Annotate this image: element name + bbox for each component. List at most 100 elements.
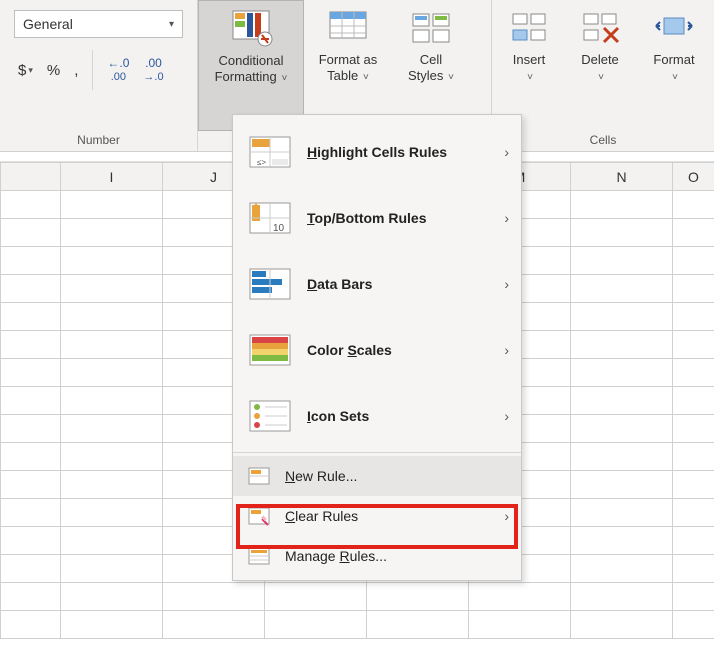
comma-style-button[interactable]: , — [70, 59, 82, 82]
cell[interactable] — [61, 443, 163, 471]
cell[interactable] — [571, 359, 673, 387]
cell[interactable] — [469, 583, 571, 611]
cell-styles-button[interactable]: Cell Styles ˅ — [392, 0, 470, 131]
cell[interactable] — [571, 191, 673, 219]
cell[interactable] — [265, 583, 367, 611]
menu-icon-sets[interactable]: Icon Sets › — [233, 383, 521, 449]
cell[interactable] — [1, 191, 61, 219]
cell[interactable] — [1, 247, 61, 275]
cell[interactable] — [673, 359, 714, 387]
cell[interactable] — [1, 219, 61, 247]
cell[interactable] — [673, 583, 714, 611]
cell[interactable] — [673, 247, 714, 275]
conditional-formatting-button[interactable]: Conditional Formatting ˅ — [198, 0, 304, 131]
cell[interactable] — [571, 415, 673, 443]
cell[interactable] — [1, 471, 61, 499]
cell[interactable] — [571, 499, 673, 527]
delete-button[interactable]: Delete˅ — [564, 0, 636, 131]
cell[interactable] — [673, 303, 714, 331]
cell[interactable] — [673, 499, 714, 527]
cell[interactable] — [1, 611, 61, 639]
cell[interactable] — [1, 415, 61, 443]
cell[interactable] — [673, 611, 714, 639]
menu-new-rule[interactable]: New Rule... — [233, 456, 521, 496]
cell[interactable] — [367, 583, 469, 611]
cell[interactable] — [571, 275, 673, 303]
column-header-blank[interactable] — [1, 163, 61, 191]
cell[interactable] — [673, 275, 714, 303]
accounting-format-button[interactable]: $ ▾ — [14, 59, 37, 82]
cell[interactable] — [571, 331, 673, 359]
cell[interactable] — [1, 303, 61, 331]
cell[interactable] — [367, 611, 469, 639]
cell[interactable] — [469, 611, 571, 639]
cell[interactable] — [673, 331, 714, 359]
cell[interactable] — [1, 275, 61, 303]
cell[interactable] — [673, 555, 714, 583]
cell[interactable] — [61, 247, 163, 275]
cell[interactable] — [61, 275, 163, 303]
cell[interactable] — [1, 583, 61, 611]
cell[interactable] — [61, 611, 163, 639]
menu-clear-rules[interactable]: Clear Rules › — [233, 496, 521, 536]
cell[interactable] — [163, 583, 265, 611]
cell[interactable] — [1, 527, 61, 555]
cell[interactable] — [1, 359, 61, 387]
cell[interactable] — [61, 303, 163, 331]
cell[interactable] — [1, 331, 61, 359]
cell[interactable] — [571, 443, 673, 471]
menu-color-scales[interactable]: Color Scales › — [233, 317, 521, 383]
menu-data-bars[interactable]: Data Bars › — [233, 251, 521, 317]
cell[interactable] — [571, 219, 673, 247]
cell[interactable] — [1, 387, 61, 415]
cell[interactable] — [61, 555, 163, 583]
cell[interactable] — [571, 303, 673, 331]
cell[interactable] — [61, 219, 163, 247]
cell[interactable] — [61, 583, 163, 611]
cell[interactable] — [673, 527, 714, 555]
format-as-table-button[interactable]: Format as Table ˅ — [304, 0, 392, 131]
cell[interactable] — [1, 555, 61, 583]
insert-button[interactable]: Insert˅ — [494, 0, 564, 131]
cell[interactable] — [571, 555, 673, 583]
cell[interactable] — [571, 583, 673, 611]
menu-highlight-cells-rules[interactable]: ≤> Highlight Cells Rules › — [233, 119, 521, 185]
cell[interactable] — [61, 191, 163, 219]
cell[interactable] — [61, 359, 163, 387]
chevron-right-icon: › — [504, 408, 509, 424]
cell[interactable] — [1, 443, 61, 471]
insert-label: Insert˅ — [513, 52, 546, 87]
cell[interactable] — [571, 527, 673, 555]
number-format-select[interactable]: General ▾ — [14, 10, 183, 38]
increase-decimal-button[interactable]: ←.0.00 — [103, 55, 133, 84]
cell[interactable] — [571, 471, 673, 499]
cell[interactable] — [163, 611, 265, 639]
cell[interactable] — [61, 387, 163, 415]
column-header[interactable]: O — [673, 163, 714, 191]
cell[interactable] — [673, 387, 714, 415]
cell[interactable] — [571, 387, 673, 415]
percent-format-button[interactable]: % — [43, 59, 64, 82]
table-row — [1, 611, 714, 639]
cell[interactable] — [673, 415, 714, 443]
cell[interactable] — [571, 247, 673, 275]
cell[interactable] — [571, 611, 673, 639]
cell[interactable] — [673, 191, 714, 219]
menu-top-bottom-rules[interactable]: 10 Top/Bottom Rules › — [233, 185, 521, 251]
cell[interactable] — [61, 499, 163, 527]
menu-manage-rules[interactable]: Manage Rules... — [233, 536, 521, 576]
cell[interactable] — [673, 219, 714, 247]
chevron-down-icon: ˅ — [279, 73, 288, 84]
column-header[interactable]: I — [61, 163, 163, 191]
decrease-decimal-button[interactable]: .00→.0 — [139, 55, 167, 84]
cell[interactable] — [61, 471, 163, 499]
cell[interactable] — [61, 331, 163, 359]
cell[interactable] — [61, 527, 163, 555]
format-button[interactable]: Format˅ — [636, 0, 712, 131]
column-header[interactable]: N — [571, 163, 673, 191]
cell[interactable] — [1, 499, 61, 527]
cell[interactable] — [61, 415, 163, 443]
cell[interactable] — [673, 471, 714, 499]
cell[interactable] — [265, 611, 367, 639]
cell[interactable] — [673, 443, 714, 471]
